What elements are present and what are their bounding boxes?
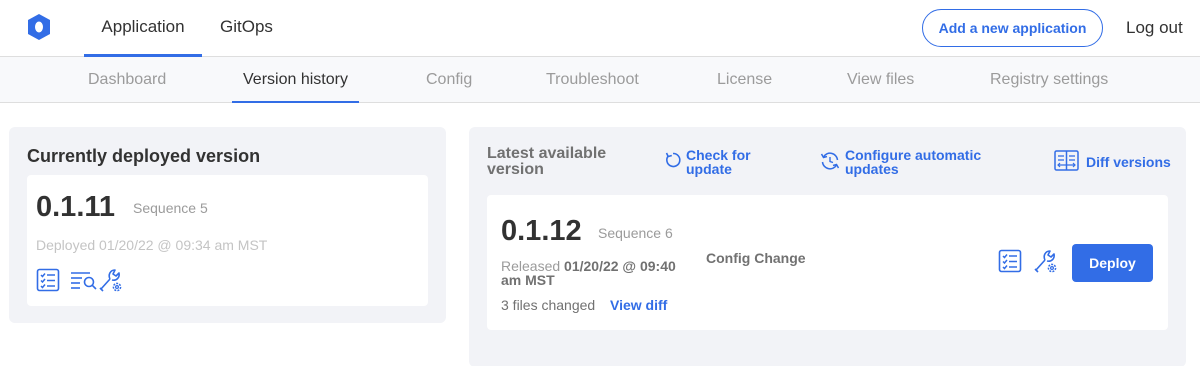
sub-navigation: Dashboard Version history Config Trouble…	[0, 57, 1200, 103]
view-diff-link[interactable]: View diff	[610, 297, 667, 313]
auto-update-clock-icon[interactable]	[820, 151, 840, 171]
release-notes-icon[interactable]	[36, 268, 60, 292]
release-notes-icon[interactable]	[998, 249, 1022, 273]
subtab-registry-settings[interactable]: Registry settings	[980, 57, 1118, 103]
configure-automatic-updates-link[interactable]: Configure automatic updates	[845, 148, 985, 176]
latest-available-panel: Latest available version Check for updat…	[469, 127, 1186, 366]
top-header: Application GitOps Add a new application…	[0, 0, 1200, 57]
diff-versions-link[interactable]: Diff versions	[1086, 155, 1171, 169]
current-version-card: 0.1.11 Sequence 5 Deployed 01/20/22 @ 09…	[27, 175, 428, 306]
tab-gitops[interactable]: GitOps	[206, 0, 287, 57]
subtab-version-history[interactable]: Version history	[232, 57, 359, 103]
app-logo-icon[interactable]	[25, 13, 53, 41]
subtab-config[interactable]: Config	[416, 57, 482, 103]
subtab-license[interactable]: License	[707, 57, 782, 103]
released-timestamp: Released 01/20/22 @ 09:40 am MST	[501, 259, 691, 287]
diff-versions-icon[interactable]	[1054, 150, 1079, 171]
deploy-button[interactable]: Deploy	[1072, 244, 1153, 282]
subtab-view-files[interactable]: View files	[837, 57, 924, 103]
files-changed-count: 3 files changed	[501, 297, 596, 313]
add-new-application-button[interactable]: Add a new application	[922, 9, 1103, 47]
latest-sequence: Sequence 6	[598, 225, 673, 241]
current-version-number: 0.1.11	[36, 191, 116, 223]
currently-deployed-title: Currently deployed version	[27, 146, 261, 166]
edit-config-icon[interactable]	[1033, 248, 1058, 274]
logout-link[interactable]: Log out	[1126, 18, 1183, 38]
tab-application[interactable]: Application	[84, 0, 202, 57]
edit-config-icon[interactable]	[98, 267, 123, 293]
subtab-dashboard[interactable]: Dashboard	[78, 57, 176, 103]
deployed-timestamp: Deployed 01/20/22 @ 09:34 am MST	[36, 237, 268, 253]
logs-icon[interactable]	[70, 270, 97, 290]
refresh-icon[interactable]	[664, 151, 682, 169]
currently-deployed-panel: Currently deployed version 0.1.11 Sequen…	[9, 127, 446, 323]
check-for-update-link[interactable]: Check for update	[686, 148, 766, 176]
latest-version-card: 0.1.12 Sequence 6 Released 01/20/22 @ 09…	[487, 195, 1168, 330]
subtab-troubleshoot[interactable]: Troubleshoot	[536, 57, 649, 103]
latest-available-title: Latest available version	[487, 145, 607, 178]
latest-version-number: 0.1.12	[501, 215, 582, 247]
config-change-label: Config Change	[706, 250, 806, 266]
current-sequence: Sequence 5	[133, 200, 208, 216]
